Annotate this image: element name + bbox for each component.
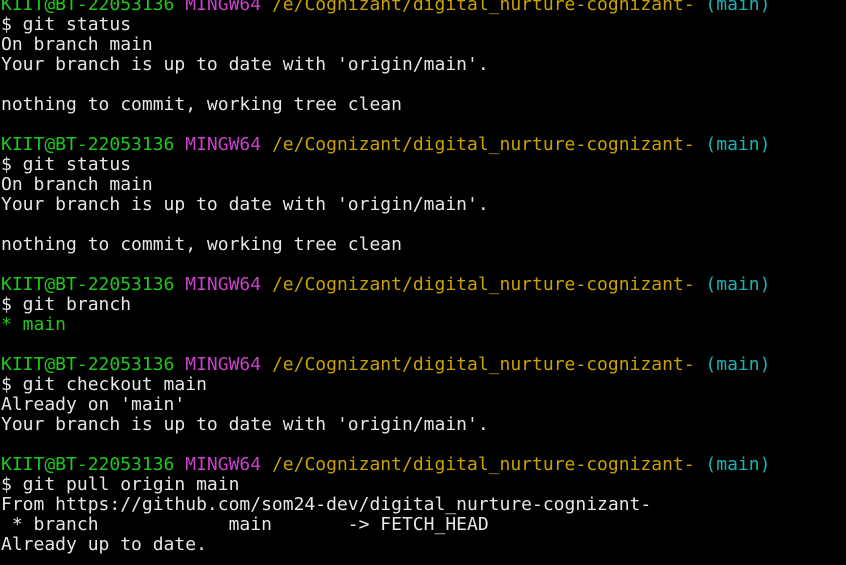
- command-line: $ git checkout main: [1, 375, 770, 395]
- prompt-line: KIIT@BT-22053136 MINGW64 /e/Cognizant/di…: [1, 135, 770, 155]
- terminal-text: $ git checkout main: [1, 374, 207, 395]
- current-branch-text: * main: [1, 314, 67, 335]
- branch-text: (main): [705, 274, 771, 295]
- branch-text: (main): [705, 354, 771, 375]
- output-line: Your branch is up to date with 'origin/m…: [1, 55, 770, 75]
- output-line: On branch main: [1, 35, 770, 55]
- command-line: $ git status: [1, 155, 770, 175]
- path-text: /e/Cognizant/digital_nurture-cognizant-: [271, 274, 695, 295]
- msystem-text: MINGW64: [185, 354, 262, 375]
- output-line: On branch main: [1, 175, 770, 195]
- output-line: * branch main -> FETCH_HEAD: [1, 515, 770, 535]
- output-line: Your branch is up to date with 'origin/m…: [1, 195, 770, 215]
- terminal-output: KIIT@BT-22053136 MINGW64 /e/Cognizant/di…: [1, 0, 770, 555]
- branch-text: (main): [705, 454, 771, 475]
- command-line: $ git branch: [1, 295, 770, 315]
- terminal-text: $ git status: [1, 154, 132, 175]
- msystem-text: MINGW64: [185, 0, 262, 15]
- prompt-line: KIIT@BT-22053136 MINGW64 /e/Cognizant/di…: [1, 355, 770, 375]
- branch-text: (main): [705, 134, 771, 155]
- path-text: /e/Cognizant/digital_nurture-cognizant-: [271, 454, 695, 475]
- output-line: * main: [1, 315, 770, 335]
- msystem-text: MINGW64: [185, 134, 262, 155]
- msystem-text: MINGW64: [185, 454, 262, 475]
- output-line: nothing to commit, working tree clean: [1, 235, 770, 255]
- user-host-text: KIIT@BT-22053136: [1, 274, 175, 295]
- terminal-text: Your branch is up to date with 'origin/m…: [1, 194, 489, 215]
- output-line: Your branch is up to date with 'origin/m…: [1, 415, 770, 435]
- terminal-text: $ git status: [1, 14, 132, 35]
- terminal-text: Your branch is up to date with 'origin/m…: [1, 414, 489, 435]
- terminal-text: On branch main: [1, 34, 153, 55]
- user-host-text: KIIT@BT-22053136: [1, 0, 175, 15]
- terminal-text: Your branch is up to date with 'origin/m…: [1, 54, 489, 75]
- terminal-text: nothing to commit, working tree clean: [1, 234, 402, 255]
- terminal-text: nothing to commit, working tree clean: [1, 94, 402, 115]
- output-line: Already on 'main': [1, 395, 770, 415]
- terminal-text: $ git branch: [1, 294, 132, 315]
- terminal-text: On branch main: [1, 174, 153, 195]
- path-text: /e/Cognizant/digital_nurture-cognizant-: [271, 0, 695, 15]
- prompt-line: KIIT@BT-22053136 MINGW64 /e/Cognizant/di…: [1, 455, 770, 475]
- terminal-text: $ git pull origin main: [1, 474, 240, 495]
- user-host-text: KIIT@BT-22053136: [1, 354, 175, 375]
- terminal-text: From https://github.com/som24-dev/digita…: [1, 494, 652, 515]
- branch-text: (main): [705, 0, 771, 15]
- msystem-text: MINGW64: [185, 274, 262, 295]
- terminal-text: * branch main -> FETCH_HEAD: [1, 514, 489, 535]
- output-line: Already up to date.: [1, 535, 770, 555]
- command-line: $ git status: [1, 15, 770, 35]
- output-line: From https://github.com/som24-dev/digita…: [1, 495, 770, 515]
- path-text: /e/Cognizant/digital_nurture-cognizant-: [271, 134, 695, 155]
- user-host-text: KIIT@BT-22053136: [1, 134, 175, 155]
- terminal-text: Already on 'main': [1, 394, 186, 415]
- prompt-line: KIIT@BT-22053136 MINGW64 /e/Cognizant/di…: [1, 275, 770, 295]
- output-line: nothing to commit, working tree clean: [1, 95, 770, 115]
- prompt-line: KIIT@BT-22053136 MINGW64 /e/Cognizant/di…: [1, 0, 770, 15]
- user-host-text: KIIT@BT-22053136: [1, 454, 175, 475]
- terminal-text: Already up to date.: [1, 534, 207, 555]
- terminal-window[interactable]: KIIT@BT-22053136 MINGW64 /e/Cognizant/di…: [0, 0, 846, 565]
- command-line: $ git pull origin main: [1, 475, 770, 495]
- path-text: /e/Cognizant/digital_nurture-cognizant-: [271, 354, 695, 375]
